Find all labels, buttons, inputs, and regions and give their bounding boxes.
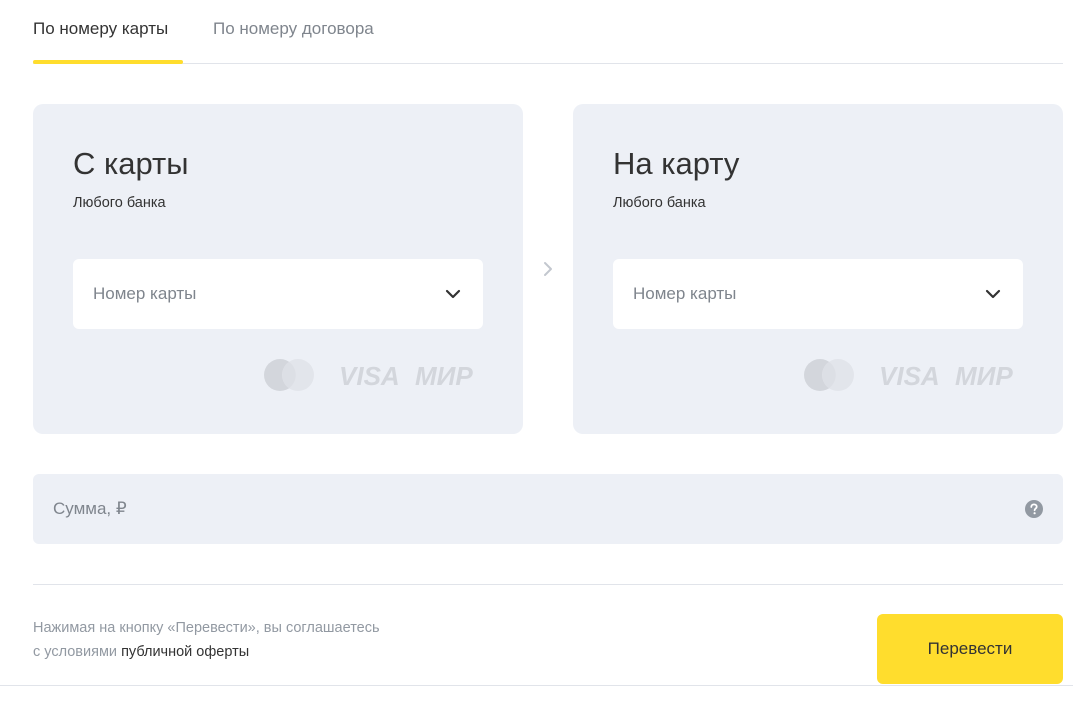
destination-card-panel: На карту Любого банка Номер карты VISA М… <box>573 104 1063 434</box>
transfer-button[interactable]: Перевести <box>877 614 1063 684</box>
active-tab-indicator <box>33 60 183 64</box>
source-card-panel: С карты Любого банка Номер карты VISA МИ… <box>33 104 523 434</box>
terms-disclaimer: Нажимая на кнопку «Перевести», вы соглаш… <box>33 616 453 664</box>
disclaimer-prefix: с условиями <box>33 644 122 660</box>
disclaimer-line-2: с условиями публичной оферты <box>33 640 453 664</box>
visa-logo-text: VISA <box>339 362 400 390</box>
mir-icon: МИР <box>955 362 1013 390</box>
tab-by-contract-number[interactable]: По номеру договора <box>213 17 374 41</box>
destination-card-title: На карту <box>613 146 740 181</box>
amount-input[interactable]: Сумма, ₽ <box>33 474 1063 544</box>
payment-system-logos: VISA МИР <box>263 356 485 392</box>
chevron-down-icon[interactable] <box>443 286 463 302</box>
visa-icon: VISA <box>879 362 940 390</box>
payment-system-logos: VISA МИР <box>803 356 1025 392</box>
destination-card-number-placeholder: Номер карты <box>633 284 737 303</box>
section-divider <box>33 584 1063 585</box>
tab-bar: По номеру карты По номеру договора <box>33 0 1063 64</box>
tab-by-card-number[interactable]: По номеру карты <box>33 17 168 41</box>
mastercard-icon <box>804 359 854 391</box>
source-card-title: С карты <box>73 146 189 181</box>
question-circle-icon[interactable] <box>1025 500 1043 518</box>
transfer-form: По номеру карты По номеру договора С кар… <box>0 0 1073 701</box>
disclaimer-line-1: Нажимая на кнопку «Перевести», вы соглаш… <box>33 620 380 636</box>
visa-logo-text: VISA <box>879 362 940 390</box>
mastercard-icon <box>264 359 314 391</box>
visa-icon: VISA <box>339 362 400 390</box>
mir-logo-text: МИР <box>415 362 473 390</box>
chevron-right-icon <box>544 262 552 276</box>
public-offer-link[interactable]: публичной оферты <box>121 644 249 660</box>
source-card-number-field[interactable]: Номер карты <box>73 259 483 329</box>
destination-card-subtitle: Любого банка <box>613 195 706 211</box>
mir-icon: МИР <box>415 362 473 390</box>
source-card-subtitle: Любого банка <box>73 195 166 211</box>
source-card-number-placeholder: Номер карты <box>93 284 197 303</box>
mir-logo-text: МИР <box>955 362 1013 390</box>
destination-card-number-field[interactable]: Номер карты <box>613 259 1023 329</box>
bottom-border <box>0 685 1073 686</box>
amount-placeholder: Сумма, ₽ <box>53 499 127 518</box>
chevron-down-icon[interactable] <box>983 286 1003 302</box>
